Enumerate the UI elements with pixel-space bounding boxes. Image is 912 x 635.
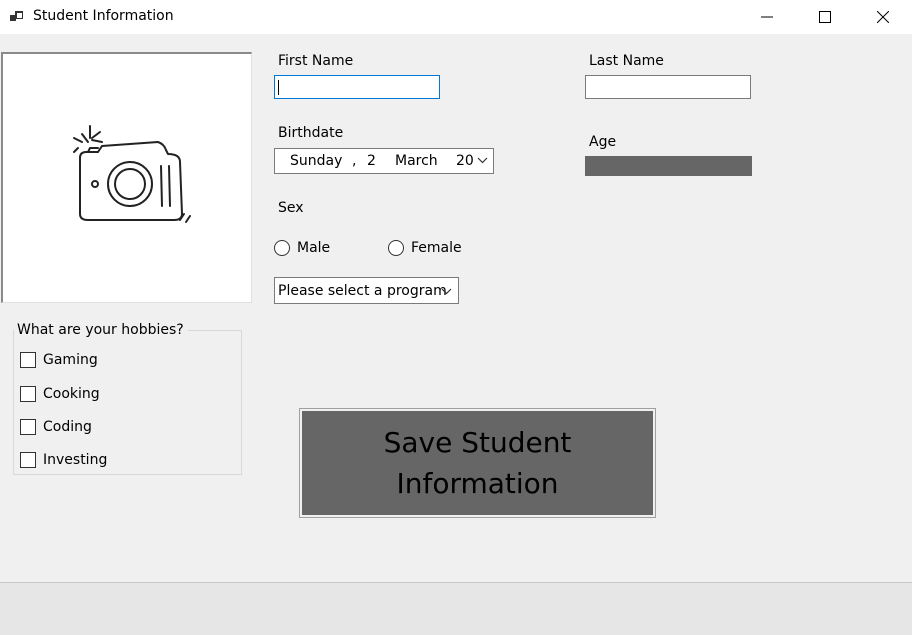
cooking-checkbox[interactable] <box>20 386 36 402</box>
male-radio[interactable] <box>274 240 290 256</box>
birthdate-day[interactable]: 2 <box>367 153 376 169</box>
female-label[interactable]: Female <box>411 240 462 256</box>
last-name-label: Last Name <box>589 53 664 69</box>
title-bar: Student Information <box>0 0 912 34</box>
save-button-line1: Save Student <box>383 426 572 459</box>
coding-label[interactable]: Coding <box>43 419 92 435</box>
birthdate-label: Birthdate <box>278 125 344 141</box>
window-title: Student Information <box>33 8 174 24</box>
close-icon <box>877 11 889 23</box>
program-select[interactable]: Please select a program <box>274 277 459 304</box>
maximize-button[interactable] <box>796 0 854 34</box>
sex-label: Sex <box>278 200 304 216</box>
minimize-icon <box>761 16 773 18</box>
chevron-down-icon[interactable] <box>477 155 488 165</box>
first-name-label: First Name <box>278 53 354 69</box>
birthdate-picker[interactable]: Sunday , 2 March 20 <box>274 148 494 174</box>
save-student-button[interactable]: Save Student Information <box>299 408 656 518</box>
age-label: Age <box>589 134 617 150</box>
app-window-icon <box>10 9 26 25</box>
minimize-button[interactable] <box>738 0 796 34</box>
female-radio[interactable] <box>388 240 404 256</box>
photo-picture-box[interactable] <box>1 52 252 303</box>
birthdate-separator: , <box>352 153 357 169</box>
coding-checkbox[interactable] <box>20 419 36 435</box>
age-display <box>585 156 752 176</box>
birthdate-year[interactable]: 20 <box>456 153 474 169</box>
investing-checkbox[interactable] <box>20 452 36 468</box>
chevron-down-icon <box>441 288 452 295</box>
save-button-label: Save Student Information <box>363 422 593 504</box>
close-button[interactable] <box>854 0 912 34</box>
status-bar <box>0 582 912 635</box>
text-caret <box>278 80 279 95</box>
maximize-icon <box>819 11 831 23</box>
hobbies-legend: What are your hobbies? <box>14 322 188 338</box>
birthdate-weekday[interactable]: Sunday <box>290 153 342 169</box>
last-name-input[interactable] <box>585 75 751 99</box>
camera-icon <box>73 125 191 223</box>
male-label[interactable]: Male <box>297 240 330 256</box>
gaming-checkbox[interactable] <box>20 352 36 368</box>
birthdate-month[interactable]: March <box>395 153 438 169</box>
gaming-label[interactable]: Gaming <box>43 352 98 368</box>
cooking-label[interactable]: Cooking <box>43 386 100 402</box>
investing-label[interactable]: Investing <box>43 452 107 468</box>
save-button-line2: Information <box>396 467 559 500</box>
program-selected: Please select a program <box>278 283 447 299</box>
first-name-input[interactable] <box>274 75 440 99</box>
